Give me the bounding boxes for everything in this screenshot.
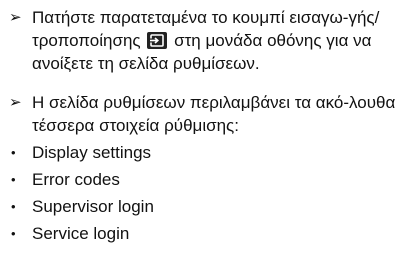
settings-items-list: • Display settings • Error codes • Super… [9, 141, 409, 245]
bullet: • [11, 199, 16, 214]
bullet: • [11, 172, 16, 187]
list-item-error-codes: • Error codes [9, 168, 409, 191]
list-item-supervisor-login: • Supervisor login [9, 195, 409, 218]
list-item-label: Service login [32, 224, 130, 243]
instruction-settings-overview: ➢ Η σελίδα ρυθμίσεων περιλαμβάνει τα ακό… [9, 91, 409, 137]
instruction-text: Πατήστε παρατεταμένα το κουμπί εισαγω-γή… [32, 6, 409, 75]
instruction-text: Η σελίδα ρυθμίσεων περιλαμβάνει τα ακό-λ… [32, 93, 396, 135]
bullet: • [11, 145, 16, 160]
arrow-marker: ➢ [9, 9, 22, 26]
manual-page: ➢ Πατήστε παρατεταμένα το κουμπί εισαγω-… [0, 0, 417, 264]
list-item-display-settings: • Display settings [9, 141, 409, 164]
list-item-label: Display settings [32, 143, 152, 162]
list-item-label: Error codes [32, 170, 120, 189]
arrow-marker: ➢ [9, 94, 22, 111]
list-item-label: Supervisor login [32, 197, 154, 216]
instruction-open-settings: ➢ Πατήστε παρατεταμένα το κουμπί εισαγω-… [9, 6, 409, 75]
enter-modify-icon [147, 32, 168, 49]
list-item-service-login: • Service login [9, 222, 409, 245]
bullet: • [11, 226, 16, 241]
